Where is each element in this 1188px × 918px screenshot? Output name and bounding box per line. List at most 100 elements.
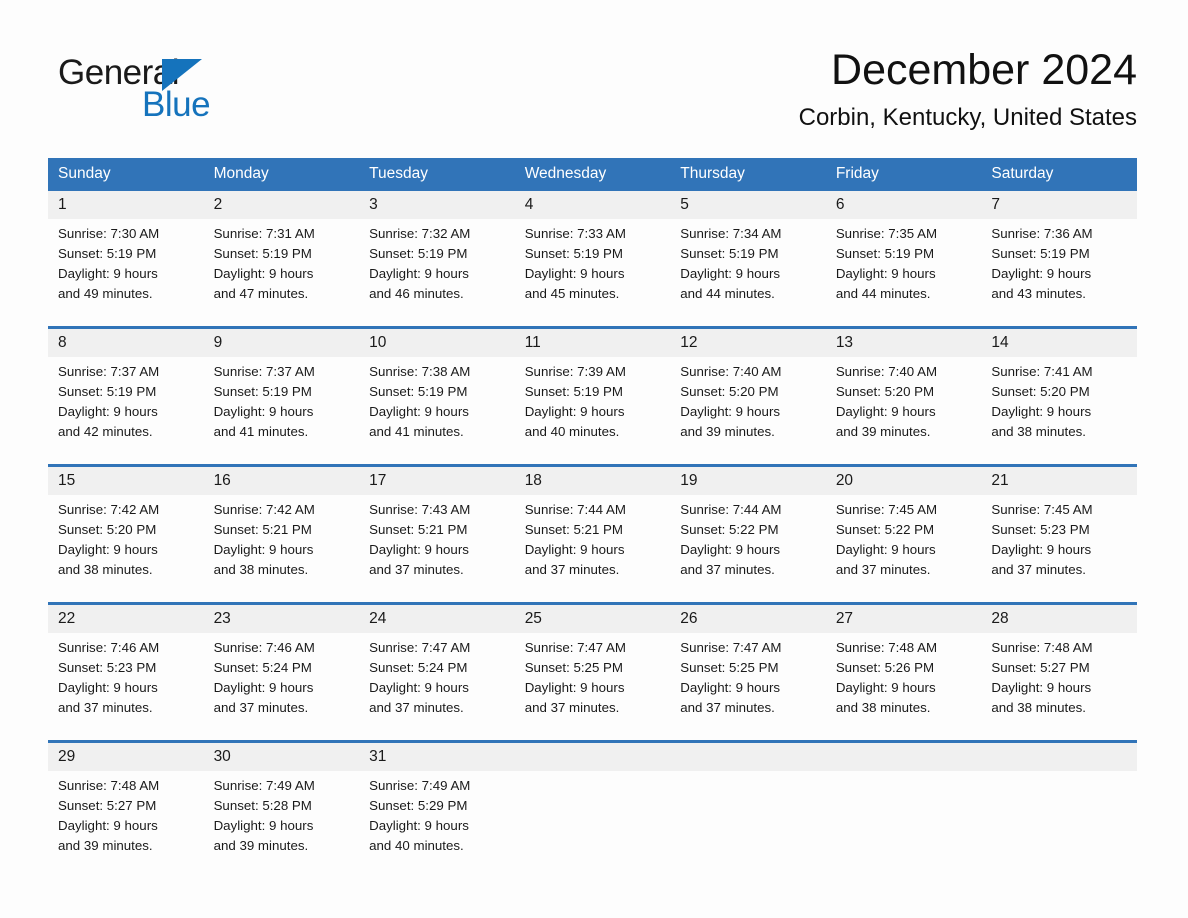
day-cell: Sunrise: 7:40 AM Sunset: 5:20 PM Dayligh… [670,357,826,452]
sunrise-text: Sunrise: 7:30 AM [58,226,160,241]
weekday-header-saturday: Saturday [981,158,1137,191]
day-cell: Sunrise: 7:34 AM Sunset: 5:19 PM Dayligh… [670,219,826,314]
generalblue-logo: General Blue [58,54,258,126]
day-number: 24 [359,602,515,633]
daylight-text: Daylight: 9 hours [369,680,469,695]
sunrise-text: Sunrise: 7:46 AM [213,640,315,655]
daylight-text: Daylight: 9 hours [991,680,1092,695]
daylight-text-cont: and 37 minutes. [213,700,309,715]
daylight-text-cont: and 40 minutes. [524,424,620,439]
daylight-text: Daylight: 9 hours [991,266,1092,281]
daylight-text: Daylight: 9 hours [524,404,625,419]
page-title: December 2024 [831,46,1137,94]
sunrise-text: Sunrise: 7:36 AM [991,226,1093,241]
daylight-text: Daylight: 9 hours [835,680,936,695]
daylight-text: Daylight: 9 hours [680,404,781,419]
day-cell: Sunrise: 7:40 AM Sunset: 5:20 PM Dayligh… [825,357,982,452]
sunset-text: Sunset: 5:20 PM [835,384,935,399]
sunrise-text: Sunrise: 7:47 AM [524,640,626,655]
day-cell: Sunrise: 7:43 AM Sunset: 5:21 PM Dayligh… [359,495,515,590]
day-number: 19 [670,464,826,495]
week-separator [48,590,1137,604]
empty-day-cell [514,771,671,866]
daylight-text-cont: and 42 minutes. [58,424,153,439]
daylight-text: Daylight: 9 hours [835,542,936,557]
day-cell: Sunrise: 7:49 AM Sunset: 5:28 PM Dayligh… [203,771,360,866]
sunset-text: Sunset: 5:19 PM [991,246,1090,261]
daylight-text: Daylight: 9 hours [524,266,625,281]
day-cell: Sunrise: 7:44 AM Sunset: 5:21 PM Dayligh… [514,495,671,590]
day-cell: Sunrise: 7:45 AM Sunset: 5:23 PM Dayligh… [981,495,1137,590]
sunrise-text: Sunrise: 7:32 AM [369,226,471,241]
sunset-text: Sunset: 5:23 PM [58,660,157,675]
sunrise-sunset-calendar: Sunday Monday Tuesday Wednesday Thursday… [48,158,1137,866]
day-cell: Sunrise: 7:42 AM Sunset: 5:20 PM Dayligh… [48,495,204,590]
daylight-text: Daylight: 9 hours [680,266,781,281]
sunset-text: Sunset: 5:19 PM [369,384,468,399]
day-number: 18 [514,464,671,495]
daylight-text-cont: and 47 minutes. [213,286,309,301]
day-number: 1 [48,191,204,219]
weekday-header-tuesday: Tuesday [359,158,515,191]
sunrise-text: Sunrise: 7:38 AM [369,364,471,379]
sunset-text: Sunset: 5:25 PM [680,660,779,675]
day-cell: Sunrise: 7:41 AM Sunset: 5:20 PM Dayligh… [981,357,1137,452]
sunset-text: Sunset: 5:27 PM [991,660,1090,675]
sunrise-text: Sunrise: 7:43 AM [369,502,471,517]
sunset-text: Sunset: 5:20 PM [680,384,779,399]
sunrise-text: Sunrise: 7:48 AM [991,640,1093,655]
week-date-row: 29 30 31 [48,740,1137,771]
day-number: 16 [203,464,360,495]
sunrise-text: Sunrise: 7:45 AM [991,502,1093,517]
daylight-text: Daylight: 9 hours [835,266,936,281]
sunrise-text: Sunrise: 7:46 AM [58,640,160,655]
day-number: 27 [825,602,982,633]
day-cell: Sunrise: 7:46 AM Sunset: 5:23 PM Dayligh… [48,633,204,728]
daylight-text-cont: and 37 minutes. [835,562,931,577]
empty-day-number [514,740,671,771]
daylight-text: Daylight: 9 hours [58,266,158,281]
day-number: 21 [981,464,1137,495]
sunrise-text: Sunrise: 7:45 AM [835,502,938,517]
daylight-text-cont: and 38 minutes. [835,700,931,715]
weekday-header-friday: Friday [825,158,982,191]
daylight-text-cont: and 37 minutes. [991,562,1086,577]
sunrise-text: Sunrise: 7:39 AM [524,364,626,379]
sunrise-text: Sunrise: 7:44 AM [524,502,626,517]
sunrise-text: Sunrise: 7:31 AM [213,226,315,241]
sunrise-text: Sunrise: 7:40 AM [680,364,782,379]
daylight-text-cont: and 39 minutes. [58,838,153,853]
day-cell: Sunrise: 7:48 AM Sunset: 5:26 PM Dayligh… [825,633,982,728]
daylight-text-cont: and 39 minutes. [213,838,309,853]
daylight-text-cont: and 39 minutes. [680,424,775,439]
sunset-text: Sunset: 5:21 PM [524,522,623,537]
daylight-text-cont: and 41 minutes. [369,424,464,439]
day-number: 8 [48,326,204,357]
sunset-text: Sunset: 5:29 PM [369,798,468,813]
day-cell: Sunrise: 7:37 AM Sunset: 5:19 PM Dayligh… [48,357,204,452]
sunset-text: Sunset: 5:19 PM [369,246,468,261]
daylight-text-cont: and 38 minutes. [213,562,309,577]
sunset-text: Sunset: 5:19 PM [835,246,935,261]
sunset-text: Sunset: 5:19 PM [213,384,312,399]
daylight-text: Daylight: 9 hours [524,542,625,557]
day-number: 12 [670,326,826,357]
sunrise-text: Sunrise: 7:48 AM [835,640,938,655]
day-cell: Sunrise: 7:47 AM Sunset: 5:25 PM Dayligh… [670,633,826,728]
day-cell: Sunrise: 7:48 AM Sunset: 5:27 PM Dayligh… [48,771,204,866]
day-cell: Sunrise: 7:44 AM Sunset: 5:22 PM Dayligh… [670,495,826,590]
daylight-text: Daylight: 9 hours [58,404,158,419]
daylight-text-cont: and 41 minutes. [213,424,309,439]
daylight-text: Daylight: 9 hours [213,404,314,419]
day-number: 6 [825,191,982,219]
daylight-text-cont: and 37 minutes. [369,700,464,715]
daylight-text: Daylight: 9 hours [369,542,469,557]
daylight-text: Daylight: 9 hours [213,266,314,281]
sunset-text: Sunset: 5:22 PM [680,522,779,537]
empty-day-cell [825,771,982,866]
day-number: 4 [514,191,671,219]
daylight-text: Daylight: 9 hours [680,680,781,695]
week-separator [48,452,1137,466]
day-number: 20 [825,464,982,495]
sunset-text: Sunset: 5:19 PM [58,384,157,399]
